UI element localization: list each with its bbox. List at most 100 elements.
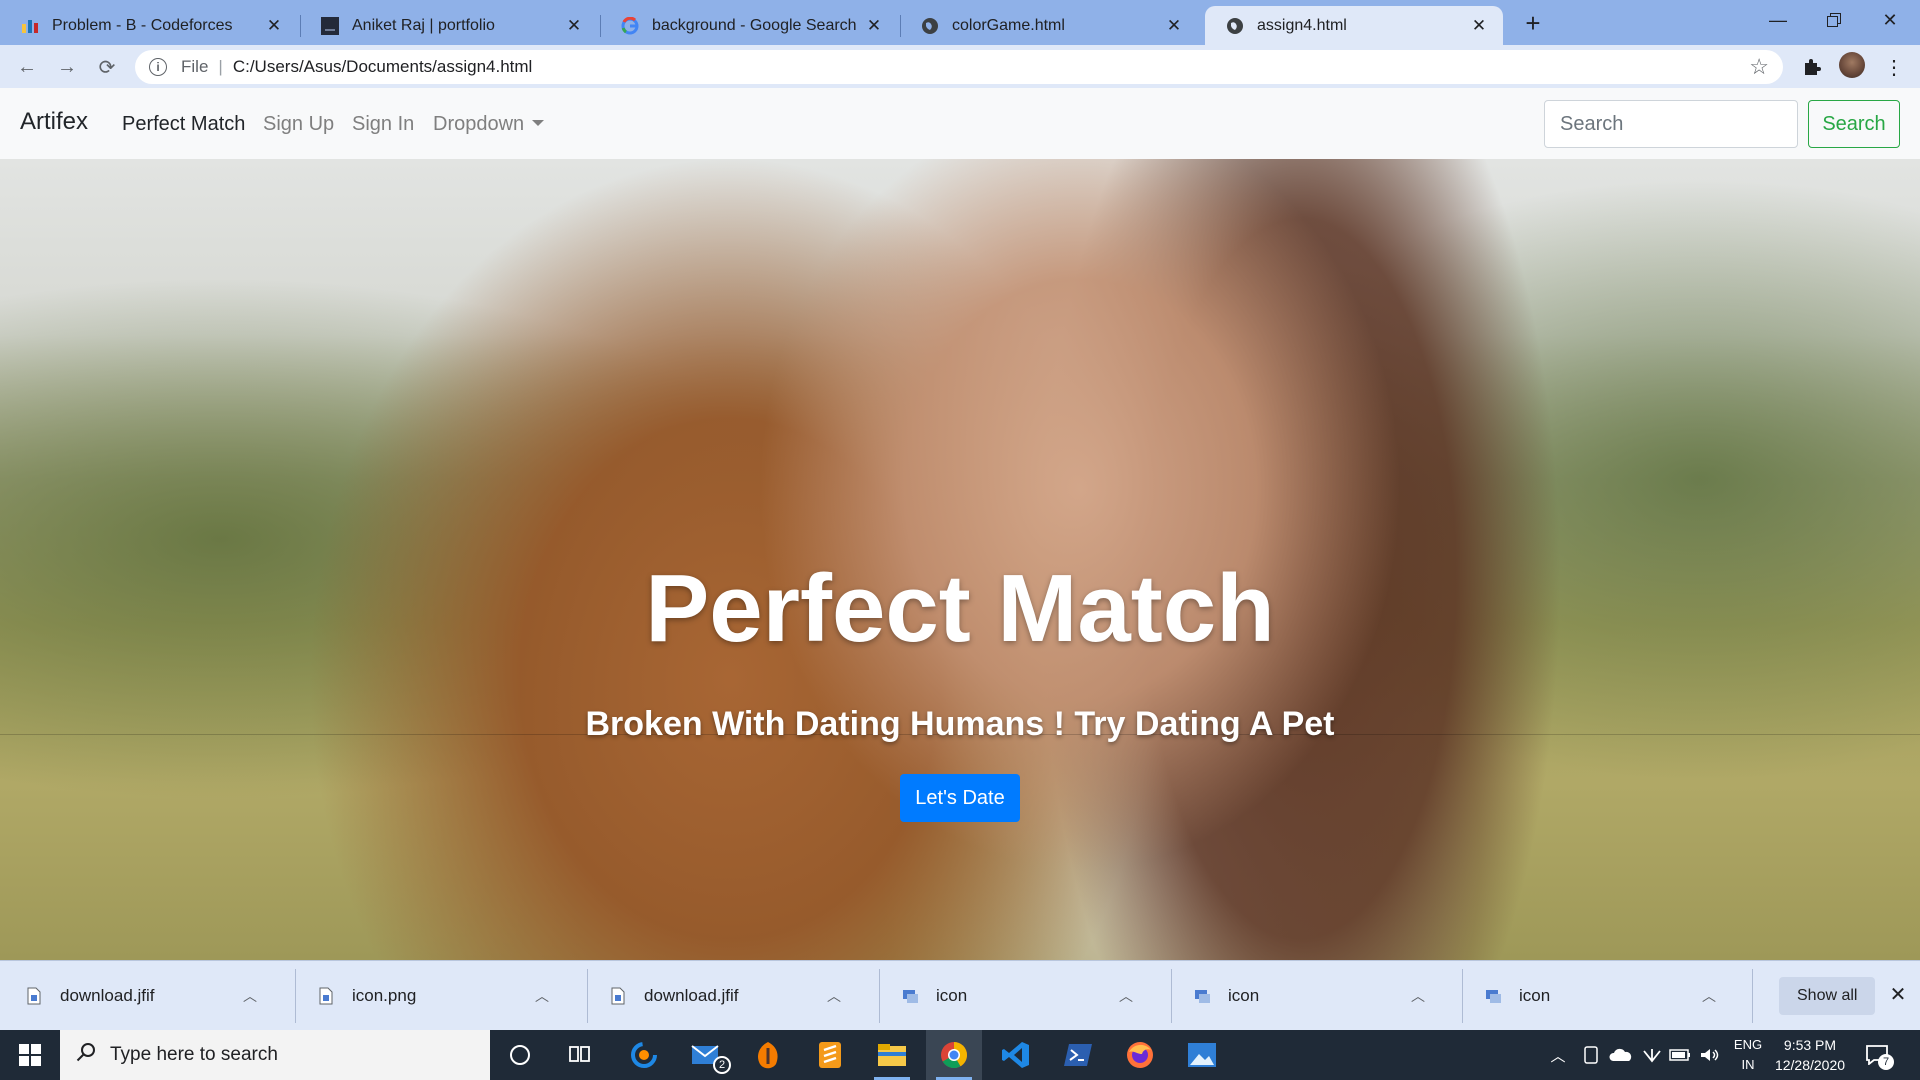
nav-link-sign-in[interactable]: Sign In	[352, 113, 414, 136]
firefox-icon[interactable]	[1112, 1030, 1168, 1080]
download-item[interactable]: icon.png ︿	[292, 961, 552, 1031]
menu-kebab-icon[interactable]: ⋮	[1880, 53, 1908, 81]
chevron-up-icon[interactable]: ︿	[824, 986, 844, 1006]
download-separator	[1752, 969, 1753, 1023]
onedrive-cloud-icon[interactable]	[1606, 1030, 1636, 1080]
site-brand[interactable]: Artifex	[20, 108, 88, 136]
icon-file-icon	[902, 986, 918, 1006]
portfolio-icon	[320, 16, 340, 36]
language-region: IN	[1741, 1057, 1755, 1072]
device-tray-icon[interactable]	[1578, 1030, 1604, 1080]
chevron-up-icon[interactable]: ︿	[1116, 986, 1136, 1006]
download-shelf: download.jfif ︿ icon.png ︿ download.jfif…	[0, 960, 1920, 1030]
page-viewport: Artifex Perfect Match Sign Up Sign In Dr…	[0, 88, 1920, 960]
site-search-input[interactable]	[1544, 100, 1798, 148]
download-filename: download.jfif	[644, 986, 739, 1005]
codeforces-icon	[20, 16, 40, 36]
lets-date-button[interactable]: Let's Date	[900, 774, 1020, 822]
sublime-text-icon[interactable]	[802, 1030, 858, 1080]
chevron-up-icon[interactable]: ︿	[1408, 986, 1428, 1006]
action-center-icon[interactable]: 7	[1862, 1040, 1894, 1070]
nav-link-sign-up[interactable]: Sign Up	[263, 113, 334, 136]
mail-icon[interactable]: 2	[678, 1030, 734, 1080]
system-clock[interactable]: 9:53 PM 12/28/2020	[1765, 1035, 1855, 1075]
cortana-circle-icon[interactable]	[492, 1030, 548, 1080]
back-arrow-icon[interactable]: ←	[13, 53, 41, 81]
file-icon	[318, 986, 334, 1006]
download-item[interactable]: icon ︿	[1459, 961, 1719, 1031]
language-code: ENG	[1733, 1037, 1763, 1052]
tab-colorgame[interactable]: colorGame.html ✕	[900, 6, 1198, 45]
nav-link-perfect-match[interactable]: Perfect Match	[122, 113, 245, 136]
site-navbar: Artifex Perfect Match Sign Up Sign In Dr…	[0, 88, 1920, 159]
chevron-up-tray-icon[interactable]: ︿	[1544, 1030, 1572, 1080]
download-filename: icon	[1228, 986, 1260, 1005]
hero-title: Perfect Match	[645, 555, 1275, 662]
tab-close-icon[interactable]: ✕	[264, 16, 284, 36]
tab-title: Aniket Raj | portfolio	[352, 16, 495, 34]
vscode-icon[interactable]	[988, 1030, 1044, 1080]
volume-icon[interactable]	[1696, 1030, 1724, 1080]
profile-avatar[interactable]	[1839, 52, 1865, 78]
network-icon[interactable]	[1638, 1030, 1666, 1080]
hero-section: Perfect Match Broken With Dating Humans …	[0, 159, 1920, 960]
download-filename: icon.png	[352, 986, 417, 1005]
tab-title: Problem - B - Codeforces	[52, 16, 233, 34]
battery-icon[interactable]	[1666, 1030, 1694, 1080]
tab-assign4[interactable]: assign4.html ✕	[1205, 6, 1503, 45]
new-tab-button[interactable]: +	[1518, 8, 1548, 38]
sync-app-icon[interactable]	[616, 1030, 672, 1080]
forward-arrow-icon[interactable]: →	[53, 53, 81, 81]
globe-icon	[1225, 16, 1245, 36]
tab-google-search[interactable]: background - Google Search ✕	[600, 6, 898, 45]
tab-title: assign4.html	[1257, 16, 1347, 34]
show-all-downloads-button[interactable]: Show all	[1779, 977, 1876, 1015]
url-divider: |	[218, 57, 223, 76]
site-search-button[interactable]: Search	[1808, 100, 1900, 148]
tab-codeforces[interactable]: Problem - B - Codeforces ✕	[0, 6, 298, 45]
notification-badge: 7	[1878, 1054, 1894, 1070]
download-item[interactable]: icon ︿	[1168, 961, 1428, 1031]
chevron-up-icon[interactable]: ︿	[1699, 986, 1719, 1006]
shelf-close-icon[interactable]: ✕	[1886, 983, 1910, 1007]
address-bar[interactable]: i File | C:/Users/Asus/Documents/assign4…	[135, 50, 1783, 84]
minimize-icon[interactable]: —	[1750, 0, 1806, 40]
chevron-up-icon[interactable]: ︿	[240, 986, 260, 1006]
download-item[interactable]: icon ︿	[876, 961, 1136, 1031]
restore-icon[interactable]	[1806, 0, 1862, 40]
window-close-icon[interactable]: ✕	[1862, 0, 1918, 40]
tab-close-icon[interactable]: ✕	[1469, 16, 1489, 36]
reload-icon[interactable]: ⟳	[93, 53, 121, 81]
icon-file-icon	[1485, 986, 1501, 1006]
nav-dropdown-label: Dropdown	[433, 113, 525, 135]
download-filename: icon	[1519, 986, 1551, 1005]
tab-close-icon[interactable]: ✕	[864, 16, 884, 36]
nav-dropdown[interactable]: Dropdown	[433, 113, 545, 136]
bookmark-star-icon[interactable]: ☆	[1749, 54, 1769, 80]
url-text[interactable]: C:/Users/Asus/Documents/assign4.html	[233, 57, 533, 77]
tab-portfolio[interactable]: Aniket Raj | portfolio ✕	[300, 6, 598, 45]
powershell-icon[interactable]	[1050, 1030, 1106, 1080]
windows-taskbar: Type here to search 2 ︿ ENG IN 9:53 PM 1…	[0, 1030, 1920, 1080]
tab-close-icon[interactable]: ✕	[1164, 16, 1184, 36]
chrome-icon[interactable]	[926, 1030, 982, 1080]
browser-toolbar: ← → ⟳ i File | C:/Users/Asus/Documents/a…	[0, 45, 1920, 88]
download-item[interactable]: download.jfif ︿	[584, 961, 844, 1031]
mail-badge: 2	[713, 1056, 731, 1074]
task-view-icon[interactable]	[552, 1030, 608, 1080]
search-icon	[76, 1042, 96, 1068]
file-explorer-icon[interactable]	[864, 1030, 920, 1080]
clock-date: 12/28/2020	[1774, 1057, 1846, 1073]
info-icon[interactable]: i	[149, 58, 167, 76]
chevron-up-icon[interactable]: ︿	[532, 986, 552, 1006]
tab-close-icon[interactable]: ✕	[564, 16, 584, 36]
taskbar-search-box[interactable]: Type here to search	[60, 1030, 490, 1080]
hero-subtitle: Broken With Dating Humans ! Try Dating A…	[585, 705, 1335, 743]
download-item[interactable]: download.jfif ︿	[0, 961, 260, 1031]
photos-icon[interactable]	[1174, 1030, 1230, 1080]
windows-start-icon[interactable]	[0, 1030, 60, 1080]
tab-title: background - Google Search	[652, 16, 857, 34]
fl-studio-icon[interactable]	[740, 1030, 796, 1080]
extensions-puzzle-icon[interactable]	[1798, 53, 1826, 81]
language-indicator[interactable]: ENG IN	[1730, 1035, 1766, 1075]
